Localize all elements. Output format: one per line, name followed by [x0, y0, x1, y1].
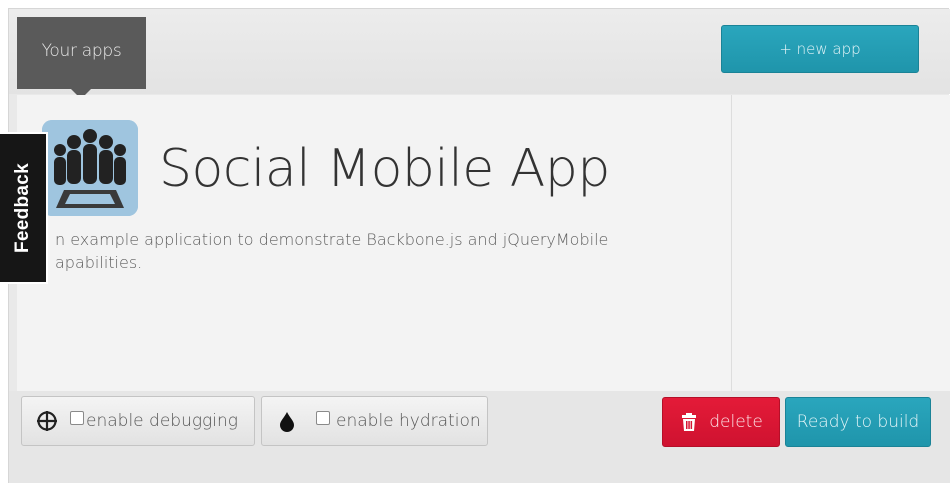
top-bar: Your apps + new app: [9, 9, 950, 99]
enable-debugging-button[interactable]: enable debugging: [21, 396, 255, 446]
enable-hydration-button[interactable]: enable hydration: [261, 396, 488, 446]
tab-your-apps-label: Your apps: [41, 41, 122, 61]
app-card-side-panel: [731, 95, 950, 391]
app-description: n example application to demonstrate Bac…: [55, 230, 609, 272]
debugging-label: enable debugging: [86, 411, 238, 431]
tab-your-apps[interactable]: Your apps: [17, 17, 146, 89]
ready-to-build-button[interactable]: Ready to build: [785, 397, 931, 447]
debugging-checkbox[interactable]: [70, 411, 84, 425]
new-app-button[interactable]: + new app: [721, 25, 919, 73]
new-app-label: + new app: [779, 40, 861, 58]
trash-icon: [679, 412, 699, 432]
drop-icon: [276, 410, 298, 432]
people-group-icon: [42, 120, 138, 216]
delete-button[interactable]: delete: [662, 397, 780, 447]
hydration-checkbox[interactable]: [316, 411, 330, 425]
feedback-label: Feedback: [12, 162, 33, 254]
delete-label: delete: [709, 412, 763, 432]
ready-to-build-label: Ready to build: [796, 412, 920, 432]
hydration-label: enable hydration: [336, 411, 481, 431]
app-card: Social Mobile App n example application …: [17, 95, 731, 391]
feedback-tab[interactable]: Feedback: [0, 132, 48, 284]
crosshair-icon: [36, 410, 58, 432]
app-title: Social Mobile App: [159, 139, 610, 199]
